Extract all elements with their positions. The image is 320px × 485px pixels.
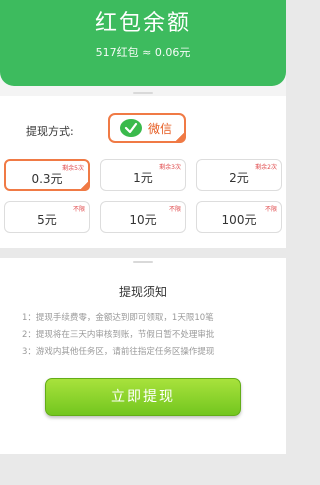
amount-value: 10元: [129, 213, 157, 227]
method-label: 提现方式:: [26, 125, 74, 138]
wechat-icon: [120, 119, 142, 137]
wechat-label: 微信: [148, 122, 173, 136]
amount-option[interactable]: 不限 10元: [100, 201, 186, 233]
balance-title: 红包余额: [94, 11, 191, 36]
amount-value: 100元: [221, 213, 257, 227]
divider: [133, 92, 153, 94]
amount-value: 5元: [37, 213, 57, 227]
wechat-method-button[interactable]: 微信: [108, 113, 186, 143]
notice-title: 提现须知: [118, 285, 167, 299]
selected-corner-icon: [79, 180, 90, 191]
amount-value: 0.3元: [31, 172, 63, 186]
amount-option[interactable]: 剩余5次 0.3元: [4, 159, 90, 191]
notice-item: 1：提现手续费零，金额达到即可领取，1天限10笔: [22, 313, 214, 323]
amount-option[interactable]: 不限 100元: [196, 201, 282, 233]
withdraw-now-button[interactable]: 立即提现: [45, 378, 241, 416]
amount-option[interactable]: 剩余3次 1元: [100, 159, 186, 191]
notice-item: 3：游戏内其他任务区，请前往指定任务区操作提现: [22, 347, 215, 357]
amount-value: 2元: [229, 171, 249, 185]
amount-option[interactable]: 不限 5元: [4, 201, 90, 233]
balance-subtitle: 517红包 ≈ 0.06元: [95, 46, 191, 59]
selected-corner-icon: [174, 131, 186, 143]
balance-header: 红包余额 517红包 ≈ 0.06元: [0, 0, 286, 86]
amount-option[interactable]: 剩余2次 2元: [196, 159, 282, 191]
notice-item: 2：提现将在三天内审核到账，节假日暂不处理审批: [22, 330, 215, 340]
amount-value: 1元: [133, 171, 153, 185]
divider: [133, 261, 153, 263]
